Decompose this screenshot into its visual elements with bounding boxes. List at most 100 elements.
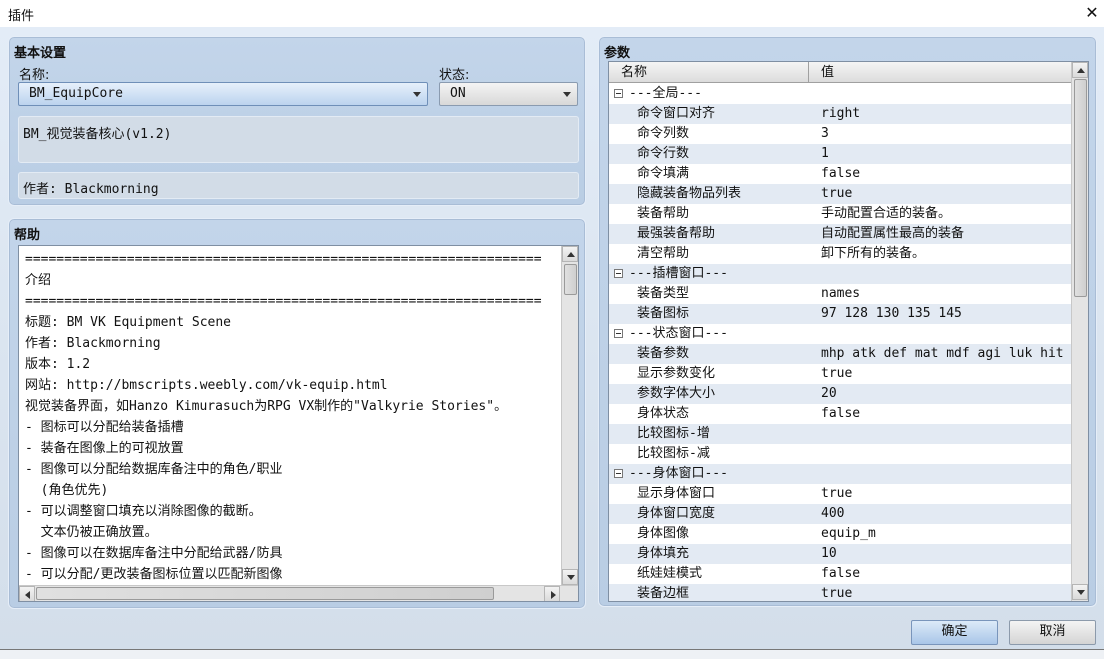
basic-settings-panel: 基本设置 名称: 状态: BM_EquipCore ON BM_视觉装备核心(v… <box>8 36 586 206</box>
close-icon[interactable]: ✕ <box>1082 2 1102 24</box>
param-value[interactable]: true <box>821 484 852 504</box>
column-header-name[interactable]: 名称 <box>609 62 809 83</box>
scroll-thumb[interactable] <box>1074 79 1087 297</box>
cancel-button[interactable]: 取消 <box>1009 620 1096 645</box>
help-line: 网站: http://bmscripts.weebly.com/vk-equip… <box>25 378 388 393</box>
param-row[interactable]: 身体状态 false <box>609 404 1071 424</box>
help-line: - 图像可以分配给数据库备注中的角色/职业 <box>25 462 283 477</box>
param-value[interactable]: 10 <box>821 544 837 564</box>
param-value[interactable]: 20 <box>821 384 837 404</box>
description-field: BM_视觉装备核心(v1.2) <box>18 116 579 163</box>
param-value[interactable]: false <box>821 404 860 424</box>
param-value[interactable]: equip_m <box>821 524 876 544</box>
title-bar: 插件 ✕ <box>0 0 1104 27</box>
ok-button[interactable]: 确定 <box>911 620 998 645</box>
description-text: BM_视觉装备核心(v1.2) <box>23 127 172 142</box>
param-row[interactable]: 隐藏装备物品列表 true <box>609 184 1071 204</box>
column-header-value[interactable]: 值 <box>809 62 1072 83</box>
param-row[interactable]: 装备类型 names <box>609 284 1071 304</box>
param-row[interactable]: 装备参数 mhp atk def mat mdf agi luk hit cri <box>609 344 1071 364</box>
param-name: 身体填充 <box>637 546 690 561</box>
params-table: 名称 值 ---全局--- 命令窗口对齐 right 命令列数 3 命令行数 1 命令填满 fa… <box>608 61 1089 602</box>
param-value[interactable]: true <box>821 584 852 601</box>
param-group-row[interactable]: ---全局--- <box>609 84 1071 104</box>
param-row[interactable]: 显示身体窗口 true <box>609 484 1071 504</box>
param-name: 命令列数 <box>637 126 690 141</box>
param-name: ---状态窗口--- <box>629 326 728 341</box>
param-name: 身体状态 <box>637 406 690 421</box>
param-row[interactable]: 命令窗口对齐 right <box>609 104 1071 124</box>
param-name: 命令填满 <box>637 166 690 181</box>
param-row[interactable]: 装备边框 true <box>609 584 1071 601</box>
params-panel: 参数 名称 值 ---全局--- 命令窗口对齐 right 命令列数 3 命令行数 1 命令填… <box>598 36 1097 607</box>
hscroll-thumb[interactable] <box>36 587 494 600</box>
param-value[interactable]: false <box>821 164 860 184</box>
param-value[interactable]: true <box>821 184 852 204</box>
param-row[interactable]: 装备帮助 手动配置合适的装备。 <box>609 204 1071 224</box>
param-group-row[interactable]: ---身体窗口--- <box>609 464 1071 484</box>
help-line: 版本: 1.2 <box>25 357 91 372</box>
param-name: ---插槽窗口--- <box>629 266 728 281</box>
param-row[interactable]: 身体图像 equip_m <box>609 524 1071 544</box>
param-row[interactable]: 比较图标-减 <box>609 444 1071 464</box>
scroll-up-button[interactable] <box>1072 62 1088 78</box>
author-field: 作者: Blackmorning <box>18 172 579 199</box>
help-line: - 图标可以分配给装备插槽 <box>25 420 184 435</box>
param-name: 身体图像 <box>637 526 690 541</box>
help-line: 作者: Blackmorning <box>25 336 161 351</box>
name-dropdown[interactable]: BM_EquipCore <box>18 82 428 106</box>
params-title: 参数 <box>604 46 631 61</box>
collapse-icon[interactable] <box>614 329 623 338</box>
param-row[interactable]: 清空帮助 卸下所有的装备。 <box>609 244 1071 264</box>
param-row[interactable]: 纸娃娃模式 false <box>609 564 1071 584</box>
param-value[interactable]: 97 128 130 135 145 <box>821 304 962 324</box>
help-line: - 装备在图像上的可视放置 <box>25 441 184 456</box>
params-vertical-scrollbar[interactable] <box>1071 62 1088 601</box>
param-value[interactable]: 1 <box>821 144 829 164</box>
scroll-up-button[interactable] <box>562 246 578 262</box>
param-row[interactable]: 装备图标 97 128 130 135 145 <box>609 304 1071 324</box>
param-row[interactable]: 显示参数变化 true <box>609 364 1071 384</box>
vertical-scrollbar[interactable] <box>561 246 578 585</box>
horizontal-scrollbar[interactable] <box>19 585 578 601</box>
help-line: 标题: BM VK Equipment Scene <box>25 315 232 330</box>
param-value[interactable]: mhp atk def mat mdf agi luk hit cri <box>821 344 1071 364</box>
collapse-icon[interactable] <box>614 89 623 98</box>
param-value[interactable]: 卸下所有的装备。 <box>821 244 925 264</box>
param-row[interactable]: 最强装备帮助 自动配置属性最高的装备 <box>609 224 1071 244</box>
param-name: 装备图标 <box>637 306 690 321</box>
param-value[interactable]: true <box>821 364 852 384</box>
collapse-icon[interactable] <box>614 269 623 278</box>
scroll-thumb[interactable] <box>564 264 577 295</box>
param-value[interactable]: 手动配置合适的装备。 <box>821 204 951 224</box>
param-value[interactable]: 400 <box>821 504 844 524</box>
scroll-down-button[interactable] <box>1072 584 1088 600</box>
help-textarea[interactable]: ========================================… <box>18 245 579 602</box>
param-row[interactable]: 参数字体大小 20 <box>609 384 1071 404</box>
param-value[interactable]: false <box>821 564 860 584</box>
param-row[interactable]: 命令行数 1 <box>609 144 1071 164</box>
name-value: BM_EquipCore <box>29 86 123 101</box>
param-name: 纸娃娃模式 <box>637 566 703 581</box>
status-dropdown[interactable]: ON <box>439 82 578 106</box>
param-row[interactable]: 身体填充 10 <box>609 544 1071 564</box>
param-group-row[interactable]: ---状态窗口--- <box>609 324 1071 344</box>
scroll-right-button[interactable] <box>544 586 560 601</box>
param-group-row[interactable]: ---插槽窗口--- <box>609 264 1071 284</box>
param-value[interactable]: 自动配置属性最高的装备 <box>821 224 964 244</box>
param-row[interactable]: 命令填满 false <box>609 164 1071 184</box>
param-row[interactable]: 身体窗口宽度 400 <box>609 504 1071 524</box>
param-name: 比较图标-增 <box>637 426 710 441</box>
scroll-down-button[interactable] <box>562 569 578 585</box>
param-name: 比较图标-减 <box>637 446 710 461</box>
param-row[interactable]: 比较图标-增 <box>609 424 1071 444</box>
param-name: ---全局--- <box>629 86 702 101</box>
help-line: ========================================… <box>25 252 542 267</box>
param-name: 隐藏装备物品列表 <box>637 186 742 201</box>
param-value[interactable]: right <box>821 104 860 124</box>
param-value[interactable]: names <box>821 284 860 304</box>
param-row[interactable]: 命令列数 3 <box>609 124 1071 144</box>
collapse-icon[interactable] <box>614 469 623 478</box>
scroll-left-button[interactable] <box>19 586 35 601</box>
param-value[interactable]: 3 <box>821 124 829 144</box>
